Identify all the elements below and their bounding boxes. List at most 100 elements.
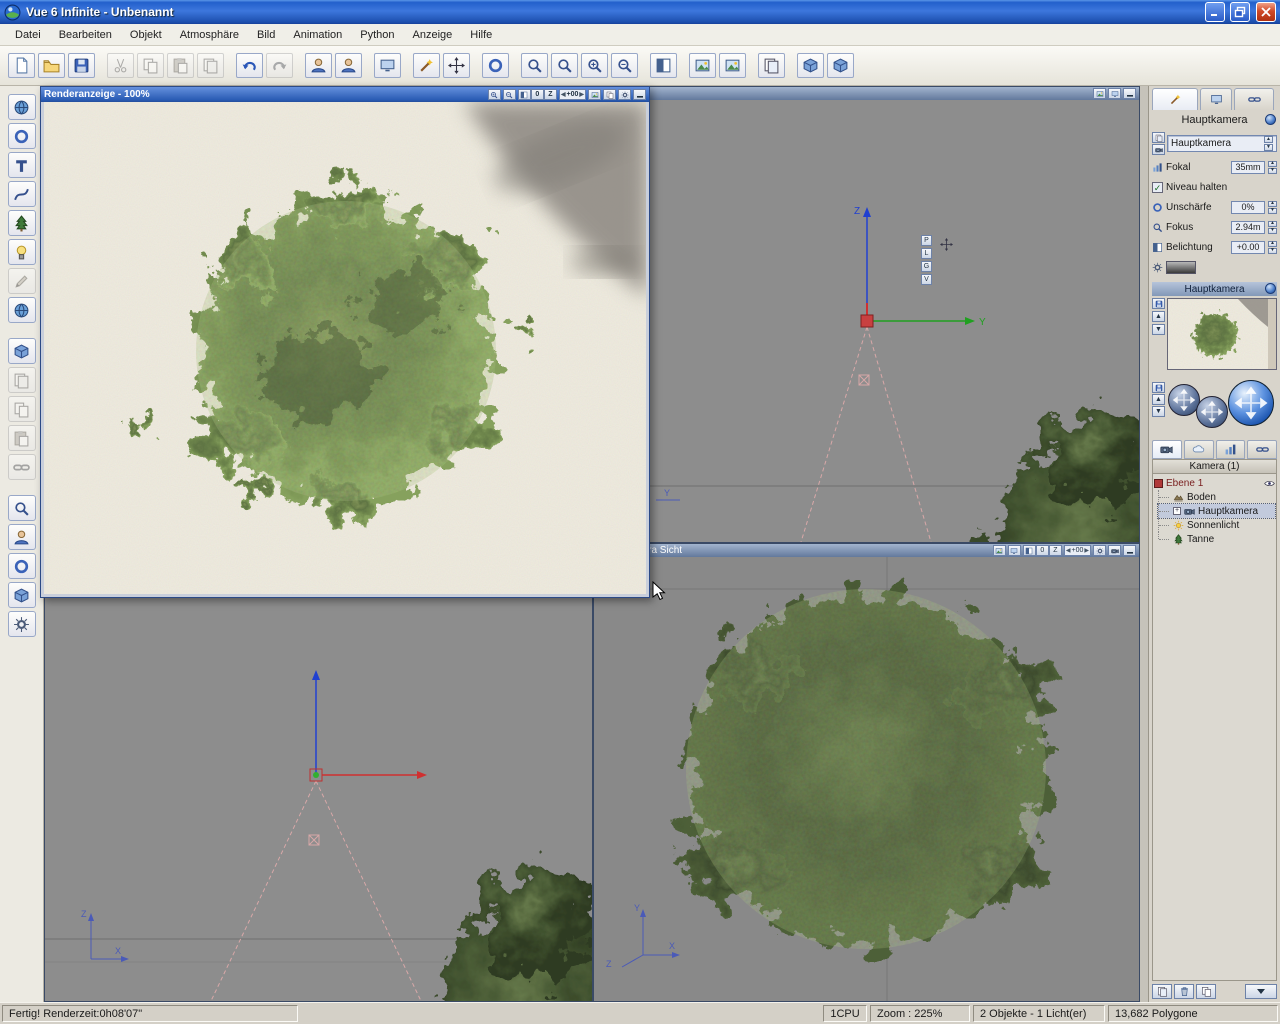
- viewport-front[interactable]: Z X: [44, 543, 593, 1002]
- browser-menu-button[interactable]: [1245, 984, 1277, 999]
- terrain-tool-button[interactable]: [7, 94, 36, 120]
- paste-button[interactable]: [167, 53, 194, 78]
- orbit-button[interactable]: [482, 53, 509, 78]
- restore-button[interactable]: [1230, 2, 1250, 22]
- doc-tool-button[interactable]: [7, 367, 36, 393]
- menu-item-bild[interactable]: Bild: [248, 26, 284, 44]
- move-tool-button[interactable]: [443, 53, 470, 78]
- minimize-button[interactable]: [1205, 2, 1225, 22]
- tab-statistics[interactable]: [1215, 440, 1246, 459]
- render-options-button[interactable]: [758, 53, 785, 78]
- preview-up-button[interactable]: ▲: [1152, 311, 1165, 322]
- curve-tool-button[interactable]: [7, 181, 36, 207]
- viewport-camera-titlebar[interactable]: Hauptkamera Sicht 0 Z ◀+00▶: [594, 544, 1139, 557]
- viewport-camera-button[interactable]: [1108, 545, 1121, 556]
- layer-checkbox[interactable]: [1154, 478, 1163, 488]
- sphere-tool-button[interactable]: [7, 123, 36, 149]
- fokal-value-field[interactable]: 35mm: [1231, 160, 1265, 174]
- expand-plus-icon[interactable]: +: [1173, 507, 1181, 515]
- viewport-zoom-field[interactable]: ◀ +00 ▶: [1063, 545, 1091, 556]
- menu-item-objekt[interactable]: Objekt: [121, 26, 171, 44]
- move-handle-icon[interactable]: [940, 238, 953, 251]
- prev-camera-button[interactable]: [1152, 132, 1165, 143]
- new-button[interactable]: [8, 53, 35, 78]
- zoom-preset-z-button[interactable]: Z: [543, 89, 557, 100]
- spin-up-icon[interactable]: ▲: [1268, 240, 1277, 247]
- preview-save-button[interactable]: [1152, 298, 1165, 309]
- render-display-button[interactable]: [588, 89, 601, 100]
- tab-cameras[interactable]: [1152, 440, 1182, 459]
- object-row-hauptkamera[interactable]: + Hauptkamera: [1157, 503, 1276, 519]
- text-tool-button[interactable]: [7, 152, 36, 178]
- settings-tool-button[interactable]: [7, 611, 36, 637]
- viewport-render-button[interactable]: [992, 545, 1006, 556]
- nav-down-button[interactable]: ▼: [1152, 406, 1165, 417]
- tab-display[interactable]: [1200, 88, 1232, 110]
- scroll-up-icon[interactable]: ▲: [1264, 136, 1273, 143]
- viewport-collapse-button[interactable]: [1123, 545, 1136, 556]
- fokus-value-field[interactable]: 2.94m: [1231, 220, 1265, 234]
- handle-l-button[interactable]: L: [921, 248, 932, 259]
- paste-object-button[interactable]: [7, 425, 36, 451]
- viewport-render-button[interactable]: [1093, 88, 1106, 99]
- viewport-options-button[interactable]: [1093, 545, 1106, 556]
- spin-down-icon[interactable]: ▼: [1268, 227, 1277, 234]
- menu-item-anzeige[interactable]: Anzeige: [404, 26, 462, 44]
- render-options-button[interactable]: [618, 89, 631, 100]
- copy-button[interactable]: [137, 53, 164, 78]
- viewport-display-button[interactable]: [1108, 88, 1121, 99]
- viewport-camera-canvas[interactable]: Y X Z: [594, 557, 1139, 1001]
- render-zoom-out-button[interactable]: [502, 89, 516, 100]
- menu-item-python[interactable]: Python: [351, 26, 403, 44]
- material-editor-button[interactable]: [335, 53, 362, 78]
- object-row-boden[interactable]: Boden: [1158, 490, 1275, 504]
- viewport-layout-button[interactable]: [650, 53, 677, 78]
- paste-special-button[interactable]: [197, 53, 224, 78]
- spin-up-icon[interactable]: ▲: [1268, 200, 1277, 207]
- camera-preview-thumbnail[interactable]: [1167, 298, 1277, 370]
- scene-info-button[interactable]: [797, 53, 824, 78]
- avatar-tool-button[interactable]: [7, 524, 36, 550]
- cubes-tool-button[interactable]: [7, 582, 36, 608]
- zoom-in-button[interactable]: [581, 53, 608, 78]
- delete-object-button[interactable]: [1174, 984, 1194, 999]
- object-editor-button[interactable]: [305, 53, 332, 78]
- spheres-tool-button[interactable]: [7, 553, 36, 579]
- plant-tool-button[interactable]: [7, 210, 36, 236]
- camera-menu-button[interactable]: [1265, 114, 1276, 125]
- menu-item-atmosphaere[interactable]: Atmosphäre: [171, 26, 248, 44]
- render-zoom-field[interactable]: ◀ +00 ▶: [558, 89, 586, 100]
- zoom-region-button[interactable]: [551, 53, 578, 78]
- dolly-pad[interactable]: [1196, 396, 1228, 428]
- niveau-checkbox[interactable]: ✓: [1152, 181, 1163, 193]
- collection-bar[interactable]: Kamera (1): [1152, 459, 1277, 474]
- display-options-button[interactable]: [374, 53, 401, 78]
- menu-item-datei[interactable]: Datei: [6, 26, 50, 44]
- link-tool-button[interactable]: [7, 454, 36, 480]
- object-row-tanne[interactable]: Tanne: [1158, 532, 1275, 546]
- nav-save-button[interactable]: [1152, 382, 1165, 393]
- cut-button[interactable]: [107, 53, 134, 78]
- zoom-tool-button[interactable]: [521, 53, 548, 78]
- render-copy-button[interactable]: [603, 89, 616, 100]
- handle-v-button[interactable]: V: [921, 274, 932, 285]
- tab-atmosphere[interactable]: [1183, 440, 1214, 459]
- menu-item-hilfe[interactable]: Hilfe: [461, 26, 501, 44]
- close-button[interactable]: [1256, 2, 1276, 22]
- nav-up-button[interactable]: ▲: [1152, 394, 1165, 405]
- object-row-sonnenlicht[interactable]: Sonnenlicht: [1158, 518, 1275, 532]
- camera-select[interactable]: Hauptkamera ▲ ▼: [1167, 135, 1277, 152]
- save-button[interactable]: [68, 53, 95, 78]
- scroll-down-icon[interactable]: ▼: [1264, 144, 1273, 151]
- fokal-spinner[interactable]: ▲ ▼: [1268, 160, 1277, 174]
- next-camera-button[interactable]: [1152, 144, 1165, 155]
- layer-list-button[interactable]: [1152, 984, 1172, 999]
- render-window-titlebar[interactable]: Renderanzeige - 100% 0 Z ◀ +00 ▶: [41, 87, 649, 102]
- layer-row[interactable]: Ebene 1: [1154, 476, 1275, 490]
- preview-down-button[interactable]: ▼: [1152, 324, 1165, 335]
- zoom-out-button[interactable]: [611, 53, 638, 78]
- handle-p-button[interactable]: P: [921, 235, 932, 246]
- viewport-camera[interactable]: Hauptkamera Sicht 0 Z ◀+00▶: [593, 543, 1140, 1002]
- spin-left-icon[interactable]: ◀: [561, 91, 566, 98]
- menu-item-animation[interactable]: Animation: [284, 26, 351, 44]
